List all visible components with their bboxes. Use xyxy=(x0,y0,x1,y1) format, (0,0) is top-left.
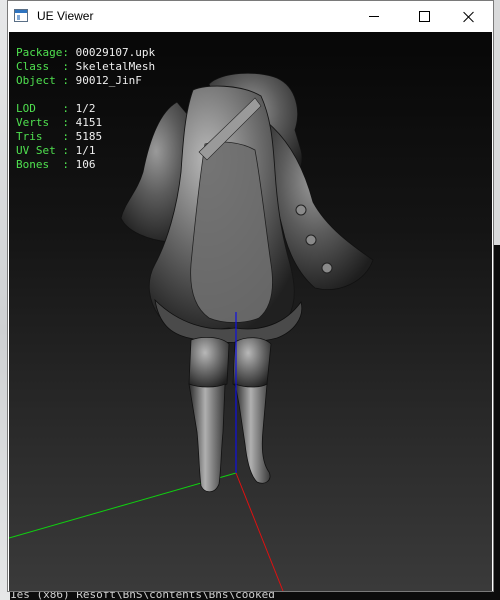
info-value: 5185 xyxy=(68,130,103,143)
info-row: Class : SkeletalMesh xyxy=(16,60,155,74)
right-boot xyxy=(234,383,271,484)
sleeve-button xyxy=(295,204,307,216)
info-row: LOD : 1/2 xyxy=(16,102,155,116)
info-value: 90012_JinF xyxy=(68,74,142,87)
axis-x-line xyxy=(235,472,284,591)
sleeve-button xyxy=(305,234,317,246)
left-thigh xyxy=(188,336,230,389)
info-label: Verts : xyxy=(16,116,69,129)
mesh-info-overlay: Package: 00029107.upk Class : SkeletalMes… xyxy=(16,46,155,172)
left-boot xyxy=(188,383,226,493)
info-row: UV Set : 1/1 xyxy=(16,144,155,158)
info-value: 1/1 xyxy=(68,144,96,157)
info-value: 1/2 xyxy=(68,102,96,115)
info-value: 106 xyxy=(68,158,96,171)
maximize-button[interactable] xyxy=(401,1,447,32)
window-title: UE Viewer xyxy=(37,9,94,23)
info-label: Object : xyxy=(16,74,69,87)
right-thigh xyxy=(232,337,272,389)
info-value: SkeletalMesh xyxy=(68,60,156,73)
info-value: 4151 xyxy=(68,116,103,129)
info-row: Verts : 4151 xyxy=(16,116,155,130)
close-button[interactable] xyxy=(446,1,492,32)
ue-viewer-window: UE Viewer Package: 00029107.upk Class: … xyxy=(7,0,494,592)
info-label: LOD : xyxy=(16,102,69,115)
app-icon[interactable] xyxy=(14,9,28,22)
info-label: Package: xyxy=(16,46,69,59)
info-row: Tris : 5185 xyxy=(16,130,155,144)
info-row: Package: 00029107.upk xyxy=(16,46,155,60)
info-label: Bones : xyxy=(16,158,69,171)
minimize-icon xyxy=(369,16,379,17)
3d-viewport[interactable]: Package: 00029107.upk Class : SkeletalMes… xyxy=(9,32,492,591)
close-icon xyxy=(463,11,475,23)
sleeve-button xyxy=(321,262,333,274)
maximize-icon xyxy=(418,11,430,22)
info-label: Class : xyxy=(16,60,69,73)
info-row: Object : 90012_JinF xyxy=(16,74,155,88)
info-value: 00029107.upk xyxy=(68,46,156,59)
minimize-button[interactable] xyxy=(351,1,397,32)
info-label: UV Set : xyxy=(16,144,69,157)
info-row: Bones : 106 xyxy=(16,158,155,172)
title-bar[interactable]: UE Viewer xyxy=(8,1,493,32)
info-label: Tris : xyxy=(16,130,69,143)
